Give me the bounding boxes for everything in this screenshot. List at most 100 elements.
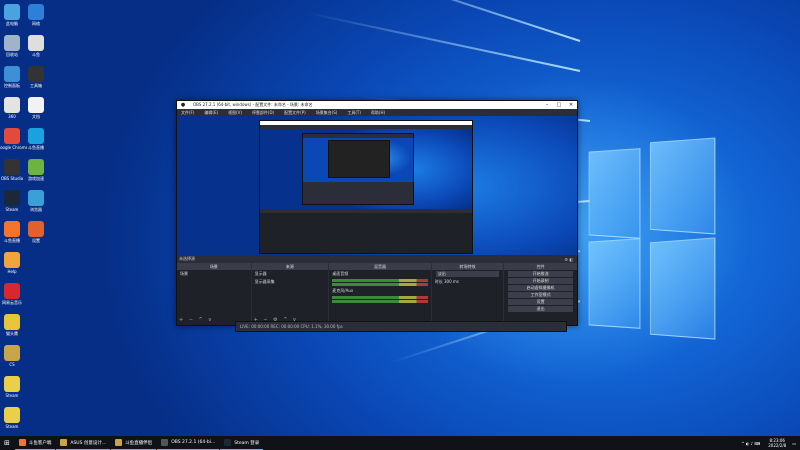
- desktop-icon[interactable]: 网络: [21, 4, 51, 26]
- taskbar-app-icon: [60, 439, 68, 446]
- audio-meter: [332, 296, 428, 299]
- desktop-icon[interactable]: 网易云音乐: [0, 283, 27, 305]
- desktop-icon-label: 工具箱: [30, 83, 42, 88]
- desktop-icon-label: 猫头鹰: [6, 331, 18, 336]
- desktop-icon-label: 设置: [32, 238, 40, 243]
- obs-docks: 场景 场景 + − ^ v 来源 显示器 显示器采集 + − ⚙ ^ v 混音器…: [177, 263, 577, 325]
- logo-pane: [649, 237, 716, 340]
- desktop-icon[interactable]: 设置: [21, 221, 51, 243]
- desktop-icon-label: Steam: [5, 393, 19, 398]
- taskbar-app-icon: [18, 439, 26, 446]
- taskbar-item[interactable]: Steam 登录: [220, 436, 264, 450]
- desktop-icon-label: 斗鱼: [32, 52, 40, 57]
- browser-icon: [28, 190, 44, 206]
- logo-pane: [649, 137, 716, 235]
- desktop-icon[interactable]: Help: [0, 252, 27, 274]
- audio-meter: [332, 279, 428, 282]
- obs-status-bar: LIVE: 00:00:00 REC: 00:00:00 CPU: 1.1%, …: [235, 321, 567, 332]
- controls-dock-title: 控件: [504, 263, 577, 270]
- source-item[interactable]: 显示器采集: [252, 278, 329, 286]
- document-icon: [28, 97, 44, 113]
- menu-item[interactable]: 停靠部件(D): [252, 110, 274, 116]
- desktop-icon-label: CS: [9, 362, 15, 367]
- logo-pane: [588, 238, 641, 329]
- desktop-icon[interactable]: 工具箱: [21, 66, 51, 88]
- transitions-dock-title: 转场特效: [431, 263, 504, 270]
- game-icon: [4, 345, 20, 361]
- taskbar-app-icon: [115, 439, 123, 446]
- game-icon: [28, 159, 44, 175]
- control-button[interactable]: 设置: [508, 299, 573, 305]
- menu-item[interactable]: 帮助(H): [371, 110, 385, 116]
- desktop-icon[interactable]: 斗鱼: [21, 35, 51, 57]
- control-button[interactable]: 启动虚拟摄像机: [508, 285, 573, 291]
- mixer-track-label: 麦克风/Aux: [332, 288, 354, 293]
- notification-icon[interactable]: ▭: [792, 441, 796, 446]
- taskbar-item[interactable]: 斗鱼直播伴侣: [111, 436, 157, 450]
- taskbar-items: 斗鱼客户端 ASUS 创意设计... 斗鱼直播伴侣 OBS 27.2.1 (64-bi…: [14, 436, 264, 450]
- toolbox-icon: [28, 66, 44, 82]
- minimize-button[interactable]: –: [541, 102, 553, 108]
- menu-item[interactable]: 文件(F): [181, 110, 194, 116]
- mixer-track-label: 桌面音频: [332, 271, 349, 276]
- maximize-button[interactable]: □: [553, 102, 565, 108]
- volume-slider[interactable]: [332, 300, 428, 303]
- close-button[interactable]: ✕: [565, 102, 577, 108]
- logo-pane: [588, 148, 641, 239]
- menu-item[interactable]: 编辑(E): [204, 110, 218, 116]
- desktop-icon[interactable]: 斗鱼直播: [21, 128, 51, 150]
- control-button[interactable]: 退出: [508, 306, 573, 312]
- desktop-icon[interactable]: 猫头鹰: [0, 314, 27, 336]
- control-button[interactable]: 开始录制: [508, 278, 573, 284]
- duration-label: 时长: [434, 279, 443, 284]
- menu-item[interactable]: 场景集合(S): [316, 110, 338, 116]
- controls-buttons: 开始推流 开始录制 启动虚拟摄像机 工作室模式 设置 退出: [504, 271, 577, 312]
- scene-item[interactable]: 场景: [177, 270, 251, 278]
- recycle-bin-icon: [4, 35, 20, 51]
- app-icon: [28, 35, 44, 51]
- system-tray: ^ ◐ ♪ ⌨ 8:23:06 2022/2/8 ▭: [741, 436, 796, 450]
- desktop-icon[interactable]: CS: [0, 345, 27, 367]
- transition-select[interactable]: 淡出: [435, 271, 500, 277]
- tray-icons[interactable]: ^ ◐ ♪ ⌨: [741, 441, 760, 446]
- obs-icon: [4, 159, 20, 175]
- clock[interactable]: 8:23:06 2022/2/8: [768, 438, 786, 448]
- obs-window[interactable]: ● OBS 27.2.1 (64-bit, windows) - 配置文件: 未…: [176, 100, 578, 326]
- desktop-icon[interactable]: Steam: [0, 376, 27, 398]
- volume-slider[interactable]: [332, 283, 428, 286]
- menu-item[interactable]: 配置文件(P): [284, 110, 306, 116]
- nested-obs-window: [259, 120, 473, 254]
- obs-titlebar[interactable]: ● OBS 27.2.1 (64-bit, windows) - 配置文件: 未…: [177, 101, 577, 109]
- taskbar-item[interactable]: ASUS 创意设计...: [56, 436, 111, 450]
- control-button[interactable]: 工作室模式: [508, 292, 573, 298]
- control-button[interactable]: 开始推流: [508, 271, 573, 277]
- duration-value: 300 ms: [444, 279, 459, 284]
- desktop-icon-label: Help: [7, 269, 17, 274]
- desktop-icon-label: 文档: [32, 114, 40, 119]
- mixer-dock-title: 混音器: [329, 263, 431, 270]
- transition-duration[interactable]: 时长 300 ms: [432, 278, 504, 286]
- obs-preview[interactable]: [177, 116, 577, 255]
- desktop-icon[interactable]: 游戏加速: [21, 159, 51, 181]
- menu-item[interactable]: 视图(V): [228, 110, 242, 116]
- taskbar-item-label: 斗鱼直播伴侣: [125, 440, 153, 446]
- source-item[interactable]: 显示器: [252, 270, 329, 278]
- taskbar-item[interactable]: OBS 27.2.1 (64-bi...: [157, 436, 220, 450]
- menu-item[interactable]: 工具(T): [347, 110, 361, 116]
- start-button[interactable]: ⊞: [0, 436, 14, 450]
- app-icon: [4, 97, 20, 113]
- desktop-icon[interactable]: Steam: [0, 407, 27, 429]
- desktop-icon[interactable]: 文档: [21, 97, 51, 119]
- help-icon: [4, 252, 20, 268]
- taskbar-item[interactable]: 斗鱼客户端: [14, 436, 56, 450]
- properties-icon[interactable]: ⚙ ◧: [564, 257, 573, 262]
- windows-start-icon: ⊞: [4, 439, 10, 447]
- sources-dock: 来源 显示器 显示器采集 + − ⚙ ^ v: [251, 263, 329, 325]
- desktop-icon[interactable]: 浏览器: [21, 190, 51, 212]
- game-icon: [4, 376, 20, 392]
- control-panel-icon: [4, 66, 20, 82]
- game-icon: [4, 407, 20, 423]
- desktop-icon-label: 网络: [32, 21, 40, 26]
- scenes-toolbar[interactable]: + − ^ v: [179, 317, 213, 323]
- clock-date: 2022/2/8: [768, 443, 787, 448]
